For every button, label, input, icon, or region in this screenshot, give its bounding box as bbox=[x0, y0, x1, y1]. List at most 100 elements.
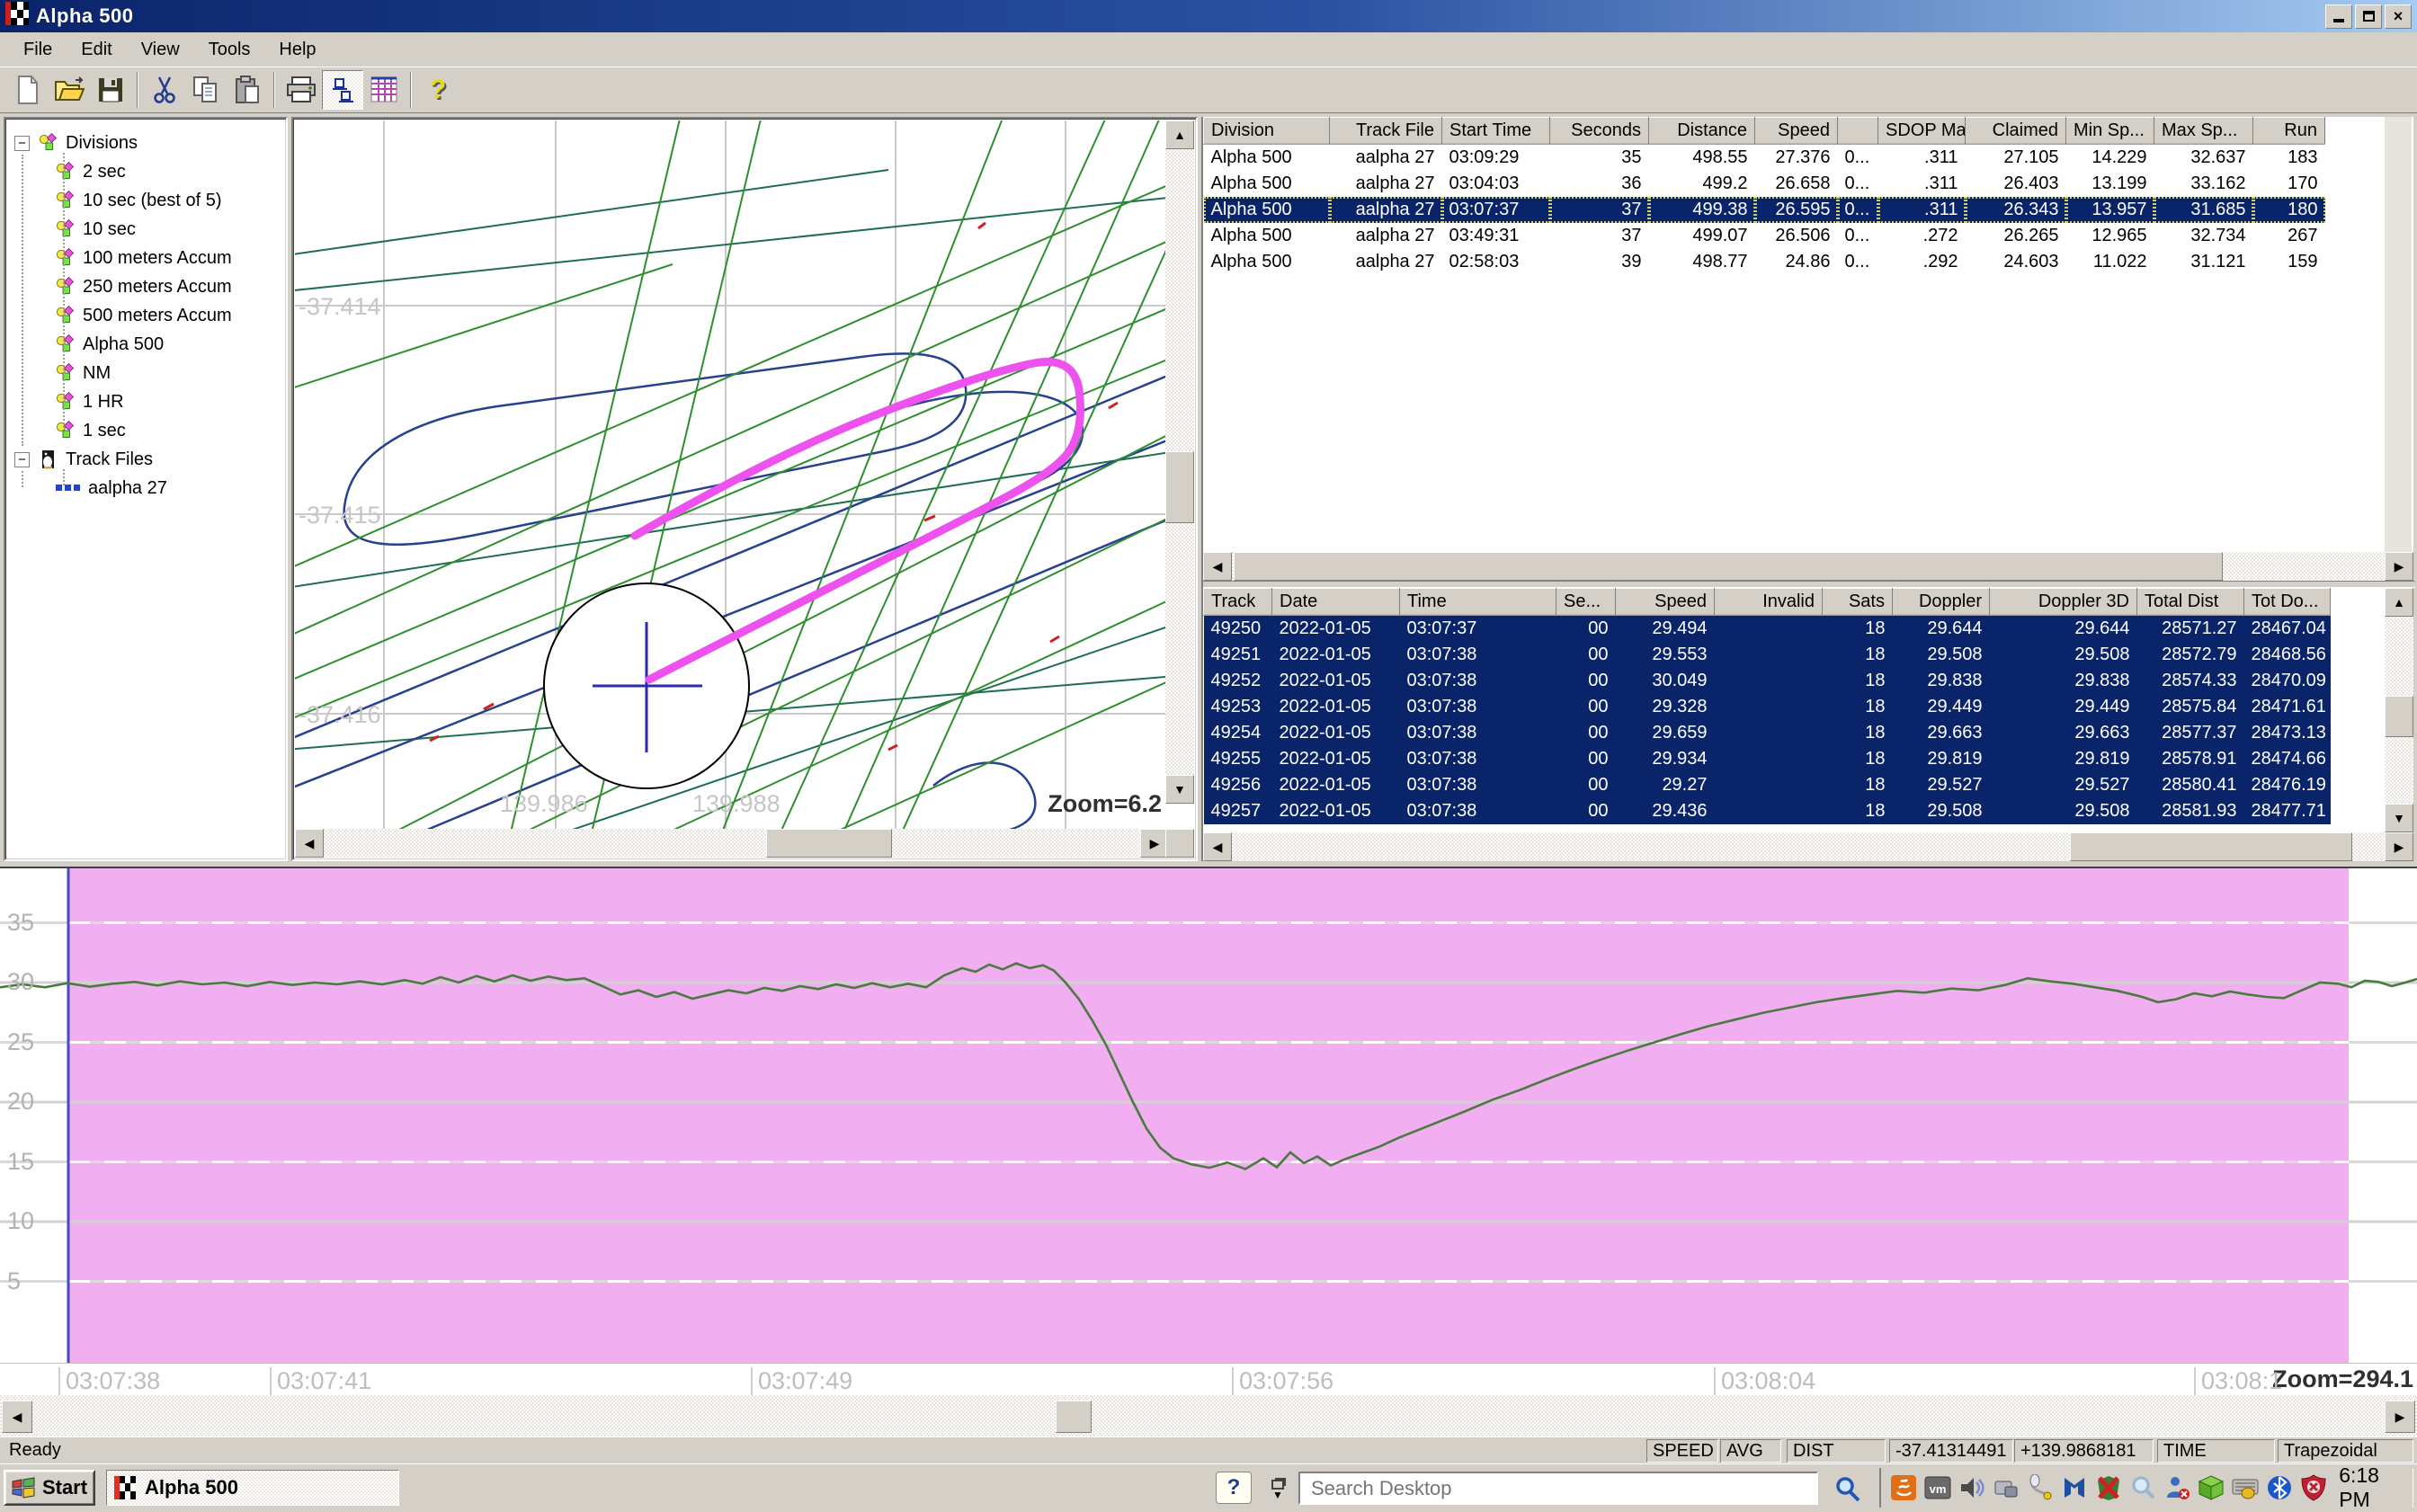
scroll-left-icon[interactable]: ◀ bbox=[1203, 552, 1232, 581]
scroll-left-icon[interactable]: ◀ bbox=[1203, 832, 1232, 861]
task-button-alpha-500[interactable]: Alpha 500 bbox=[106, 1470, 399, 1506]
tree-section-track-files[interactable]: − Track Files bbox=[14, 446, 153, 473]
open-file-button[interactable] bbox=[49, 70, 90, 110]
collapse-icon[interactable]: − bbox=[14, 451, 30, 467]
mcafee-icon[interactable] bbox=[2061, 1473, 2089, 1502]
collapse-icon[interactable]: − bbox=[14, 135, 30, 151]
table-row[interactable]: Alpha 500 aalpha 27 03:09:29 35 498.55 27.376… bbox=[1204, 145, 2325, 171]
runs-hscrollbar[interactable]: ◀ ▶ bbox=[1203, 552, 2413, 581]
division-tree[interactable]: − Divisions 2 sec 10 sec (best of 5) 10 sec 1… bbox=[4, 117, 288, 861]
column-header[interactable] bbox=[1837, 117, 1878, 145]
points-vscrollbar[interactable]: ▲ ▼ bbox=[2385, 588, 2413, 832]
copy-button[interactable] bbox=[185, 70, 227, 110]
points-hscrollbar[interactable]: ◀ ▶ bbox=[1203, 832, 2413, 861]
map-vscroll-thumb[interactable] bbox=[1165, 451, 1194, 523]
runs-hscroll-thumb[interactable] bbox=[1234, 552, 2223, 581]
map-pane[interactable]: -37.414 -37.415 -37.416 139.986 139.988 Zoom… bbox=[291, 117, 1198, 861]
menu-tools[interactable]: Tools bbox=[194, 36, 265, 64]
volume-icon[interactable] bbox=[1958, 1473, 1986, 1502]
map-vscrollbar[interactable]: ▲ ▼ bbox=[1165, 120, 1194, 804]
runs-table[interactable]: Division Track File Start Time Seconds Dista… bbox=[1203, 117, 2325, 275]
print-button[interactable] bbox=[281, 70, 322, 110]
scroll-left-icon[interactable]: ◀ bbox=[295, 829, 324, 858]
data-grid-button[interactable] bbox=[363, 70, 405, 110]
save-file-button[interactable] bbox=[90, 70, 131, 110]
column-header[interactable]: Doppler 3D bbox=[1989, 588, 2137, 616]
table-row[interactable]: Alpha 500 aalpha 27 03:07:37 37 499.38 26.595… bbox=[1203, 196, 2325, 223]
map-hscroll-thumb[interactable] bbox=[766, 829, 892, 858]
column-header[interactable]: Se... bbox=[1556, 588, 1616, 616]
column-header[interactable]: Division bbox=[1203, 117, 1330, 145]
table-row[interactable]: 49251 2022-01-05 03:07:38 00 29.553 18 29.508 2… bbox=[1203, 641, 2331, 668]
column-header[interactable]: Speed bbox=[1754, 117, 1838, 145]
table-row[interactable]: Alpha 500 aalpha 27 03:04:03 36 499.2 26.658 0… bbox=[1204, 171, 2325, 197]
tree-item-100-meters-accum[interactable]: 100 meters Accum bbox=[56, 245, 232, 271]
table-row[interactable]: Alpha 500 aalpha 27 02:58:03 39 498.77 24.86 0… bbox=[1204, 249, 2325, 275]
start-button[interactable]: Start bbox=[4, 1470, 95, 1506]
tree-item-10-sec-best-of-5-[interactable]: 10 sec (best of 5) bbox=[56, 187, 222, 214]
new-document-button[interactable] bbox=[7, 70, 49, 110]
close-button[interactable]: × bbox=[2385, 4, 2412, 29]
points-table[interactable]: Track Date Time Se... Speed Invalid Sats Dopple… bbox=[1203, 588, 2331, 824]
search-go-button[interactable] bbox=[1824, 1472, 1872, 1505]
map-hscrollbar[interactable]: ◀ ▶ bbox=[295, 829, 1169, 858]
tree-item-500-meters-accum[interactable]: 500 meters Accum bbox=[56, 302, 232, 329]
java-icon[interactable] bbox=[1890, 1473, 1918, 1502]
column-header[interactable]: Distance bbox=[1648, 117, 1755, 145]
desktop-help-icon[interactable]: ? bbox=[1216, 1472, 1252, 1504]
points-hscroll-thumb[interactable] bbox=[2070, 832, 2352, 861]
column-header[interactable]: Invalid bbox=[1714, 588, 1823, 616]
minimize-button[interactable] bbox=[2325, 4, 2352, 29]
maximize-button[interactable] bbox=[2355, 4, 2382, 29]
column-header[interactable]: Time bbox=[1399, 588, 1556, 616]
tree-item-1-hr[interactable]: 1 HR bbox=[56, 388, 124, 415]
scroll-right-icon[interactable]: ▶ bbox=[2385, 832, 2413, 861]
column-header[interactable]: Speed bbox=[1615, 588, 1715, 616]
column-header[interactable]: Seconds bbox=[1549, 117, 1649, 145]
table-row[interactable]: 49256 2022-01-05 03:07:38 00 29.27 18 29.527 29… bbox=[1203, 771, 2331, 798]
chart-hscroll-thumb[interactable] bbox=[1056, 1401, 1092, 1433]
column-header[interactable]: Start Time bbox=[1441, 117, 1550, 145]
menu-help[interactable]: Help bbox=[264, 36, 330, 64]
runs-vscrollbar[interactable] bbox=[2385, 117, 2412, 552]
card-reader-icon[interactable] bbox=[1993, 1473, 2020, 1502]
table-row[interactable]: 49253 2022-01-05 03:07:38 00 29.328 18 29.449 2… bbox=[1203, 693, 2331, 720]
column-header[interactable]: Max Sp... bbox=[2154, 117, 2253, 145]
scroll-up-icon[interactable]: ▲ bbox=[1165, 120, 1194, 149]
column-header[interactable]: Min Sp... bbox=[2065, 117, 2154, 145]
cut-button[interactable] bbox=[144, 70, 185, 110]
column-header[interactable]: Track bbox=[1203, 588, 1272, 616]
tree-item-250-meters-accum[interactable]: 250 meters Accum bbox=[56, 273, 232, 300]
deskband-toggle[interactable]: ▼ bbox=[1262, 1472, 1293, 1504]
scroll-down-icon[interactable]: ▼ bbox=[2385, 804, 2413, 832]
scroll-right-icon[interactable]: ▶ bbox=[2385, 552, 2413, 581]
tray-search-icon[interactable] bbox=[2129, 1473, 2157, 1502]
shield-disabled-icon[interactable] bbox=[2095, 1473, 2123, 1502]
scroll-up-icon[interactable]: ▲ bbox=[2385, 588, 2413, 617]
vmware-icon[interactable]: vm bbox=[1924, 1473, 1952, 1502]
menu-view[interactable]: View bbox=[127, 36, 194, 64]
track-map[interactable]: -37.414 -37.415 -37.416 139.986 139.988 Zoom… bbox=[295, 120, 1169, 832]
paste-button[interactable] bbox=[227, 70, 268, 110]
tree-item-2-sec[interactable]: 2 sec bbox=[56, 158, 126, 185]
keyboard-lock-icon[interactable] bbox=[2231, 1473, 2259, 1502]
column-header[interactable]: Tot Do... bbox=[2243, 588, 2331, 616]
table-row[interactable]: Alpha 500 aalpha 27 03:49:31 37 499.07 26.506… bbox=[1204, 223, 2325, 249]
security-shield-icon[interactable] bbox=[2299, 1473, 2327, 1502]
table-row[interactable]: 49250 2022-01-05 03:07:37 00 29.494 18 29.644 2… bbox=[1203, 615, 2331, 642]
tree-item-1-sec[interactable]: 1 sec bbox=[56, 417, 126, 444]
menu-edit[interactable]: Edit bbox=[67, 36, 126, 64]
table-row[interactable]: 49257 2022-01-05 03:07:38 00 29.436 18 29.508 2… bbox=[1203, 797, 2331, 824]
column-header[interactable]: Track File bbox=[1329, 117, 1442, 145]
scroll-right-icon[interactable]: ▶ bbox=[2385, 1401, 2415, 1433]
package-icon[interactable] bbox=[2197, 1473, 2225, 1502]
tree-item-10-sec[interactable]: 10 sec bbox=[56, 216, 136, 243]
plot-points-toggle-button[interactable] bbox=[322, 70, 363, 110]
user-alert-icon[interactable] bbox=[2163, 1473, 2191, 1502]
column-header[interactable]: Claimed bbox=[1965, 117, 2066, 145]
column-header[interactable]: Sats bbox=[1822, 588, 1893, 616]
help-button[interactable]: ? bbox=[417, 70, 459, 110]
column-header[interactable]: Date bbox=[1271, 588, 1400, 616]
tree-section-divisions[interactable]: − Divisions bbox=[14, 129, 138, 156]
column-header[interactable]: Total Dist bbox=[2136, 588, 2244, 616]
